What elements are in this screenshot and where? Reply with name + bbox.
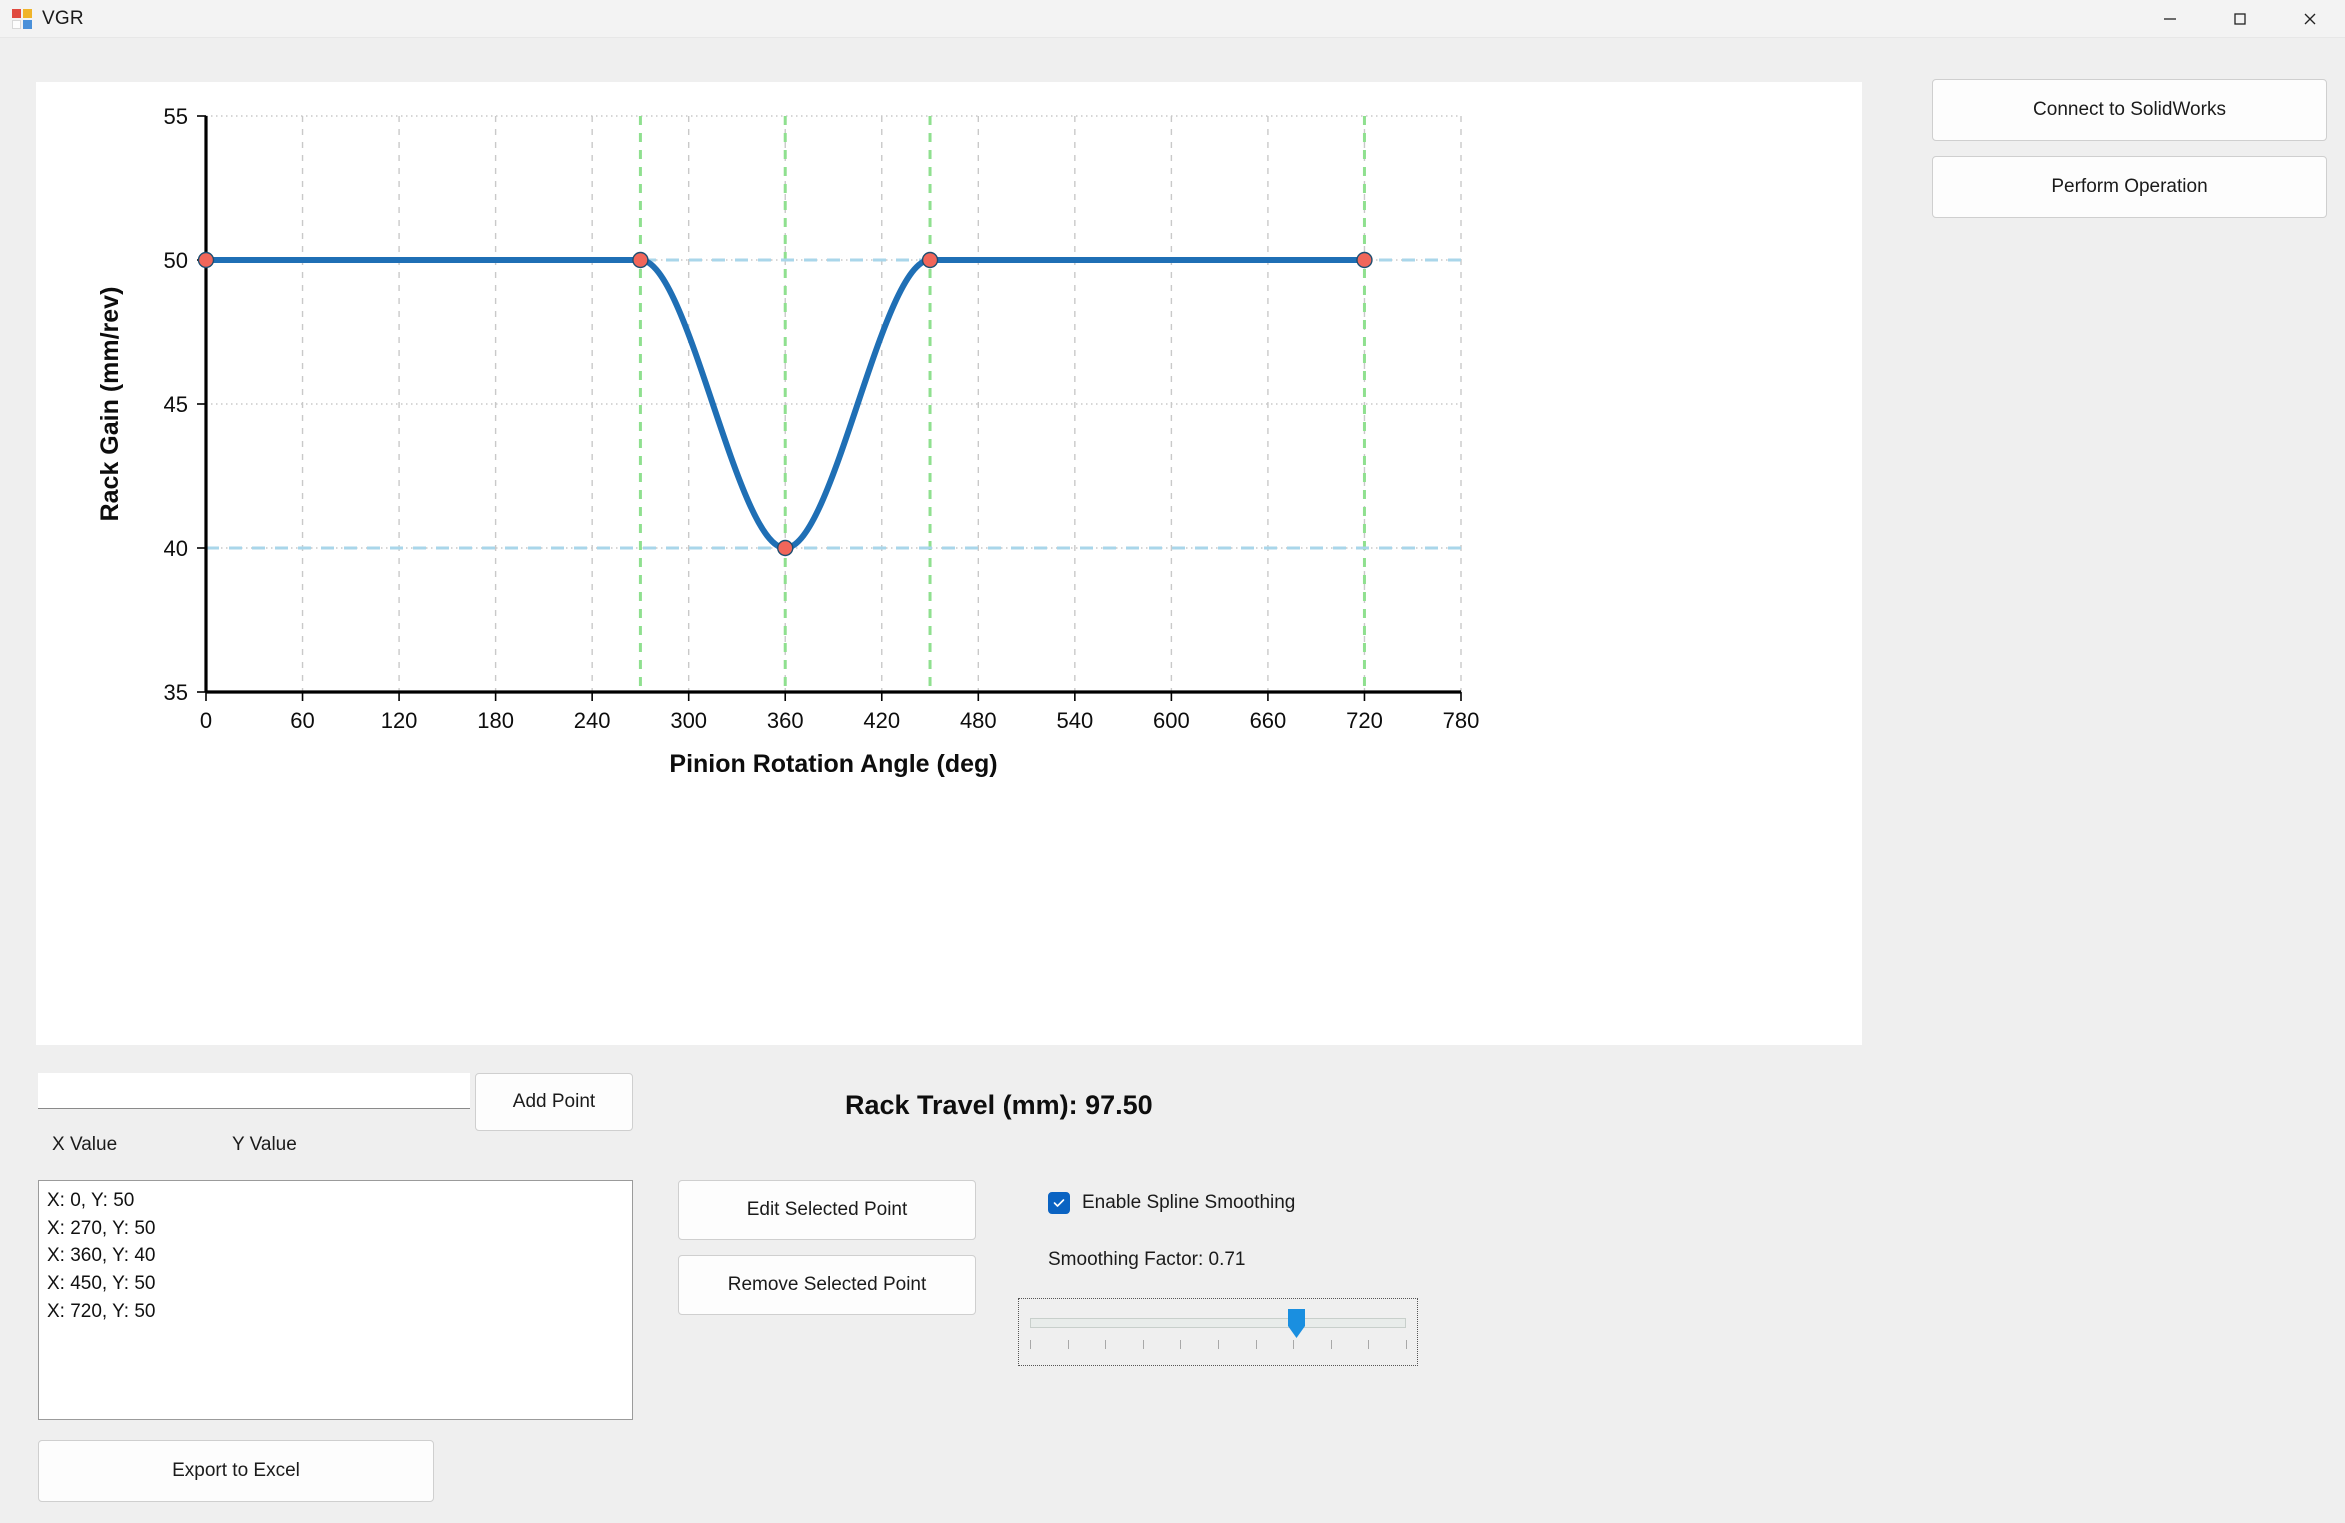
y-axis-title: Rack Gain (mm/rev) [96, 287, 124, 522]
slider-tick [1256, 1340, 1257, 1349]
data-point-marker[interactable] [923, 253, 938, 268]
x-tick-label: 720 [1346, 708, 1383, 733]
x-tick-label: 180 [477, 708, 514, 733]
y-tick-label: 45 [164, 392, 188, 417]
x-tick-label: 780 [1443, 708, 1480, 733]
x-tick-label: 60 [290, 708, 314, 733]
spline-smoothing-label: Enable Spline Smoothing [1082, 1192, 1295, 1214]
close-icon[interactable] [2275, 0, 2345, 38]
slider-groove [1030, 1318, 1406, 1328]
slider-tick [1030, 1340, 1031, 1349]
x-tick-label: 540 [1056, 708, 1093, 733]
data-point-marker[interactable] [1357, 253, 1372, 268]
x-tick-label: 360 [767, 708, 804, 733]
edit-selected-point-button[interactable]: Edit Selected Point [678, 1180, 976, 1240]
data-point-marker[interactable] [778, 541, 793, 556]
slider-thumb[interactable] [1288, 1309, 1305, 1338]
x-tick-label: 660 [1250, 708, 1287, 733]
points-list[interactable]: X: 0, Y: 50X: 270, Y: 50X: 360, Y: 40X: … [38, 1180, 633, 1420]
perform-operation-button[interactable]: Perform Operation [1932, 156, 2327, 218]
slider-tick [1105, 1340, 1106, 1349]
minimize-icon[interactable] [2135, 0, 2205, 38]
title-bar: VGR [0, 0, 2345, 38]
list-item[interactable]: X: 0, Y: 50 [47, 1187, 624, 1215]
x-value-label: X Value [52, 1134, 117, 1156]
data-point-marker[interactable] [633, 253, 648, 268]
y-value-input[interactable] [259, 1073, 470, 1109]
x-tick-label: 120 [381, 708, 418, 733]
y-tick-label: 50 [164, 248, 188, 273]
slider-tick [1293, 1340, 1294, 1349]
list-item[interactable]: X: 720, Y: 50 [47, 1298, 624, 1326]
check-icon [1052, 1196, 1066, 1210]
slider-tick [1218, 1340, 1219, 1349]
y-tick-label: 40 [164, 536, 188, 561]
x-tick-label: 0 [200, 708, 212, 733]
slider-tick [1368, 1340, 1369, 1349]
slider-tick [1068, 1340, 1069, 1349]
x-tick-label: 300 [670, 708, 707, 733]
list-item[interactable]: X: 270, Y: 50 [47, 1215, 624, 1243]
rack-gain-chart[interactable]: 0 60 120 180 240 300 360 420 480 540 600 660 720 780 3… [36, 82, 1862, 1045]
slider-tick [1180, 1340, 1181, 1349]
remove-selected-point-button[interactable]: Remove Selected Point [678, 1255, 976, 1315]
slider-tick [1331, 1340, 1332, 1349]
y-tick-label: 35 [164, 680, 188, 705]
chart-panel[interactable]: 0 60 120 180 240 300 360 420 480 540 600 660 720 780 3… [36, 82, 1862, 1045]
smoothing-factor-slider[interactable] [1018, 1298, 1418, 1366]
x-axis-title: Pinion Rotation Angle (deg) [669, 750, 997, 778]
connect-to-solidworks-button[interactable]: Connect to SolidWorks [1932, 79, 2327, 141]
list-item[interactable]: X: 450, Y: 50 [47, 1270, 624, 1298]
vgr-app-icon [12, 9, 32, 29]
list-item[interactable]: X: 360, Y: 40 [47, 1242, 624, 1270]
y-tick-label: 55 [164, 104, 188, 129]
slider-tick [1406, 1340, 1407, 1349]
data-point-marker[interactable] [199, 253, 214, 268]
export-to-excel-button[interactable]: Export to Excel [38, 1440, 434, 1502]
x-tick-label: 240 [574, 708, 611, 733]
maximize-icon[interactable] [2205, 0, 2275, 38]
window-controls [2135, 0, 2345, 38]
x-tick-label: 420 [863, 708, 900, 733]
x-value-input[interactable] [38, 1073, 262, 1109]
rack-travel-status: Rack Travel (mm): 97.50 [845, 1090, 1153, 1121]
spline-smoothing-checkbox[interactable] [1048, 1192, 1070, 1214]
enable-spline-smoothing-row[interactable]: Enable Spline Smoothing [1048, 1192, 1295, 1214]
smoothing-factor-label: Smoothing Factor: 0.71 [1048, 1249, 1246, 1271]
add-point-button[interactable]: Add Point [475, 1073, 633, 1131]
window-title: VGR [42, 8, 84, 30]
x-tick-label: 600 [1153, 708, 1190, 733]
slider-tick [1143, 1340, 1144, 1349]
x-tick-label: 480 [960, 708, 997, 733]
y-value-label: Y Value [232, 1134, 297, 1156]
